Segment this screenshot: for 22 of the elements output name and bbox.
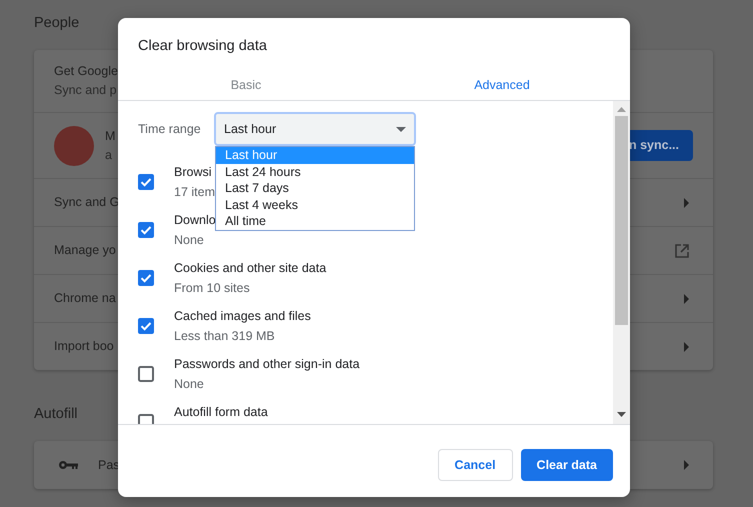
item-title: Cookies and other site data [174,260,326,277]
row-label: Manage yo [54,242,116,260]
account-name: M [105,128,116,145]
item-detail: 17 item [174,184,215,201]
row-label: Import boo [54,338,114,356]
account-email: a [105,146,113,164]
item-title: Browsi [174,164,213,181]
section-heading: People [34,14,80,33]
item-title: Passwords and other sign-in data [174,356,360,373]
section-heading: Autofill [34,405,78,424]
field-label: Time range [138,120,202,138]
promo-subtitle: Sync and p [54,82,117,99]
item-detail: None [174,232,205,249]
item-detail: None [174,376,205,393]
item-detail: Less than 319 MB [174,328,276,345]
item-title: Cached images and files [174,308,311,325]
item-title: Downlo [174,212,216,229]
dialog-title: Clear browsing data [137,37,268,56]
item-title: Autofill form data [174,404,268,421]
row-label: Chrome na [54,290,116,308]
item-detail: From 10 sites [174,280,251,297]
promo-title: Get Google [54,63,118,80]
